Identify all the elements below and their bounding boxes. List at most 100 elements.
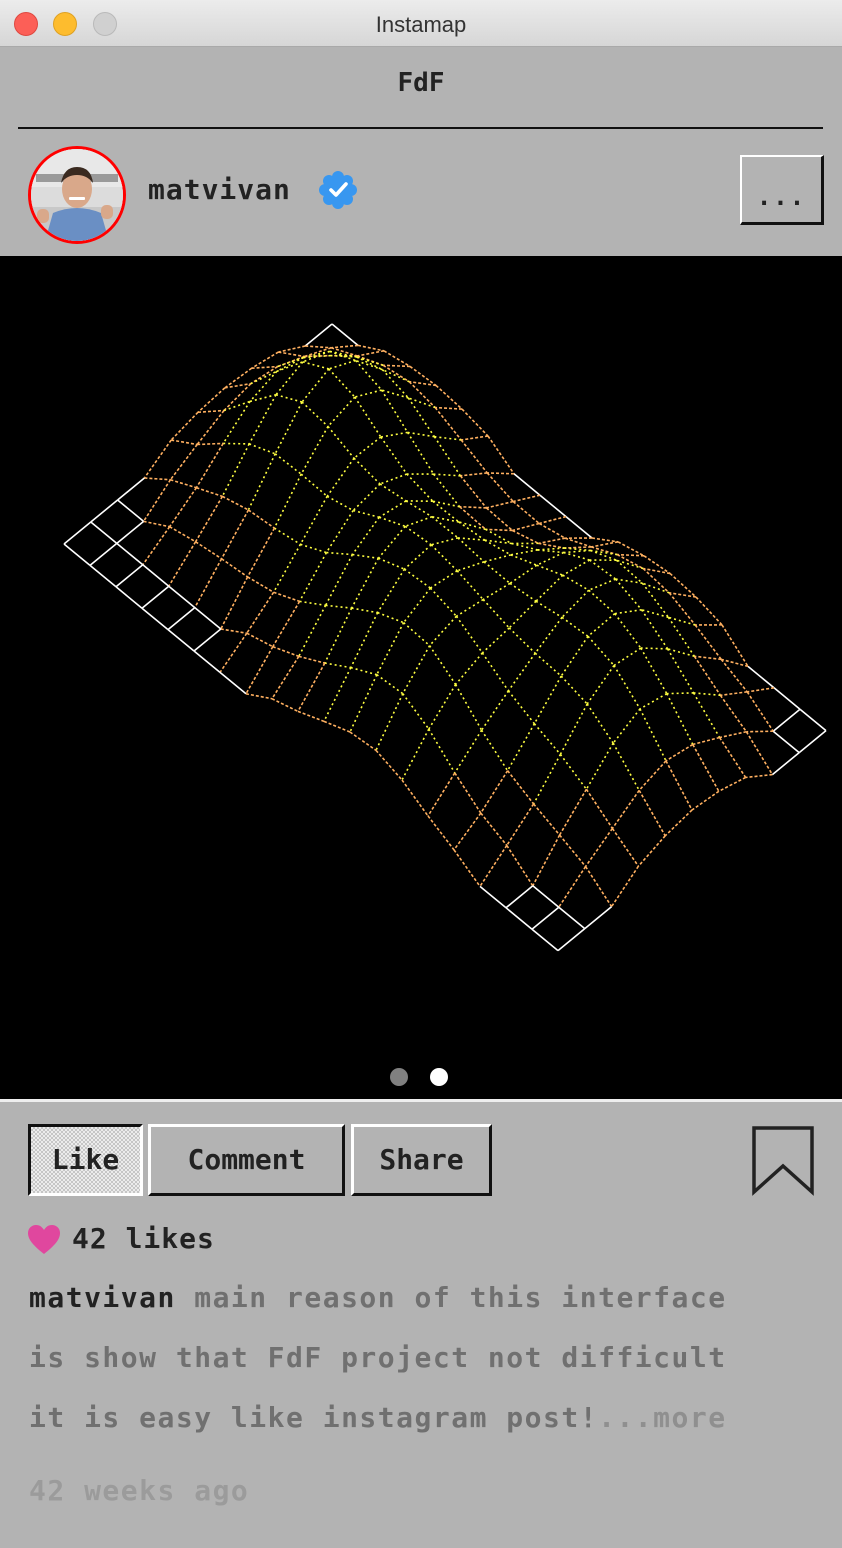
wire-segment xyxy=(168,487,198,528)
wire-segment xyxy=(194,606,222,630)
wire-segment xyxy=(718,776,746,793)
wire-segment xyxy=(351,607,378,614)
post-image[interactable] xyxy=(0,256,842,1099)
avatar[interactable] xyxy=(28,146,126,244)
wire-segment xyxy=(560,675,588,705)
wire-segment xyxy=(588,589,616,615)
wire-segment xyxy=(538,542,565,549)
wire-segment xyxy=(143,439,172,479)
wire-segment xyxy=(378,516,406,528)
wire-segment xyxy=(271,655,300,700)
wire-segment xyxy=(538,522,566,539)
post-options-button[interactable]: ... xyxy=(740,155,824,225)
wire-segment xyxy=(379,483,407,502)
wire-segment xyxy=(245,646,274,695)
wire-segment xyxy=(324,554,354,606)
wire-segment xyxy=(536,564,564,576)
wire-segment xyxy=(141,607,169,631)
wire-segment xyxy=(170,411,199,441)
wire-segment xyxy=(665,760,693,811)
wire-segment xyxy=(326,551,353,556)
wire-segment xyxy=(486,500,514,509)
wire-segment xyxy=(328,368,356,398)
wire-segment xyxy=(299,495,328,545)
like-button[interactable]: Like xyxy=(28,1124,143,1196)
wire-segment xyxy=(479,885,507,909)
wire-segment xyxy=(590,549,618,556)
wire-segment xyxy=(480,812,508,846)
wire-segment xyxy=(591,541,619,548)
wire-segment xyxy=(375,693,404,751)
wire-segment xyxy=(639,708,667,762)
carousel-dot-1[interactable] xyxy=(390,1068,408,1086)
comment-button[interactable]: Comment xyxy=(148,1124,345,1196)
wire-segment xyxy=(537,547,565,551)
page-title: FdF xyxy=(397,68,445,98)
wire-segment xyxy=(304,354,331,358)
wire-segment xyxy=(197,409,225,414)
wire-segment xyxy=(563,551,590,561)
wire-segment xyxy=(720,691,748,697)
wire-segment xyxy=(693,655,722,696)
wire-segment xyxy=(324,607,353,664)
wire-segment xyxy=(247,576,275,593)
wire-segment xyxy=(460,472,488,477)
wire-segment xyxy=(692,744,720,792)
wire-segment xyxy=(222,401,251,444)
wire-segment xyxy=(534,652,562,677)
wire-segment xyxy=(799,708,827,732)
wire-segment xyxy=(612,742,640,791)
wire-segment xyxy=(278,351,305,358)
wire-segment xyxy=(719,694,748,733)
wire-segment xyxy=(485,528,512,545)
wire-segment xyxy=(640,647,668,695)
wire-segment xyxy=(454,652,484,686)
wire-segment xyxy=(455,598,484,617)
wire-segment xyxy=(772,708,801,732)
wire-segment xyxy=(297,662,326,712)
wire-segment xyxy=(142,526,171,566)
share-button[interactable]: Share xyxy=(351,1124,492,1196)
wire-segment xyxy=(194,495,224,543)
wire-segment xyxy=(378,557,405,570)
caption-more-link[interactable]: ...more xyxy=(598,1401,727,1434)
wire-segment xyxy=(195,541,223,560)
post-author-name[interactable]: matvivan xyxy=(148,173,291,206)
wire-segment xyxy=(638,789,666,837)
wire-segment xyxy=(532,803,561,836)
wire-segment xyxy=(512,500,540,525)
wire-segment xyxy=(558,788,588,836)
wire-segment xyxy=(193,628,222,652)
carousel-dot-2[interactable] xyxy=(430,1068,448,1086)
wire-segment xyxy=(428,645,457,685)
wire-segment xyxy=(305,345,332,349)
wire-segment xyxy=(669,592,697,598)
wire-segment xyxy=(533,723,562,755)
wire-segment xyxy=(585,742,614,790)
wire-segment xyxy=(798,729,827,754)
image-divider xyxy=(0,1099,842,1102)
wire-segment xyxy=(615,578,643,584)
wire-segment xyxy=(480,690,510,731)
wire-segment xyxy=(220,576,249,630)
likes-count[interactable]: 42 likes xyxy=(72,1222,215,1255)
wire-segment xyxy=(115,564,144,588)
wire-segment xyxy=(512,529,539,545)
wire-segment xyxy=(513,494,541,503)
wire-segment xyxy=(301,368,330,403)
wire-segment xyxy=(533,675,562,725)
bookmark-icon[interactable] xyxy=(752,1126,814,1196)
wire-segment xyxy=(401,779,429,817)
wire-segment xyxy=(90,499,119,523)
caption-author[interactable]: matvivan xyxy=(29,1281,176,1314)
wire-segment xyxy=(456,570,484,601)
wire-segment xyxy=(170,478,197,489)
wire-segment xyxy=(483,561,511,584)
wire-segment xyxy=(591,537,619,543)
wire-segment xyxy=(250,365,279,385)
wire-segment xyxy=(429,570,458,589)
wire-segment xyxy=(509,564,538,585)
wire-segment xyxy=(304,323,333,347)
wire-segment xyxy=(506,723,536,772)
wire-segment xyxy=(640,609,669,650)
